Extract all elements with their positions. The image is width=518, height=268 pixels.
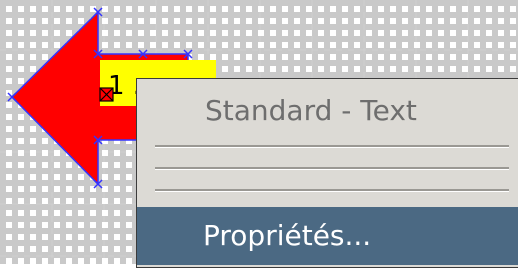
menu-header: Standard - Text (205, 94, 417, 127)
anchor-marker-icon[interactable] (99, 87, 114, 102)
menu-separator (155, 167, 509, 170)
menu-item-properties[interactable]: Propriétés... (137, 207, 518, 265)
drawing-canvas[interactable]: 1 ... Standard - Text Propriétés... (0, 0, 518, 268)
menu-separator (155, 189, 509, 192)
menu-separator (155, 145, 509, 148)
context-menu[interactable]: Standard - Text Propriétés... (136, 78, 518, 268)
